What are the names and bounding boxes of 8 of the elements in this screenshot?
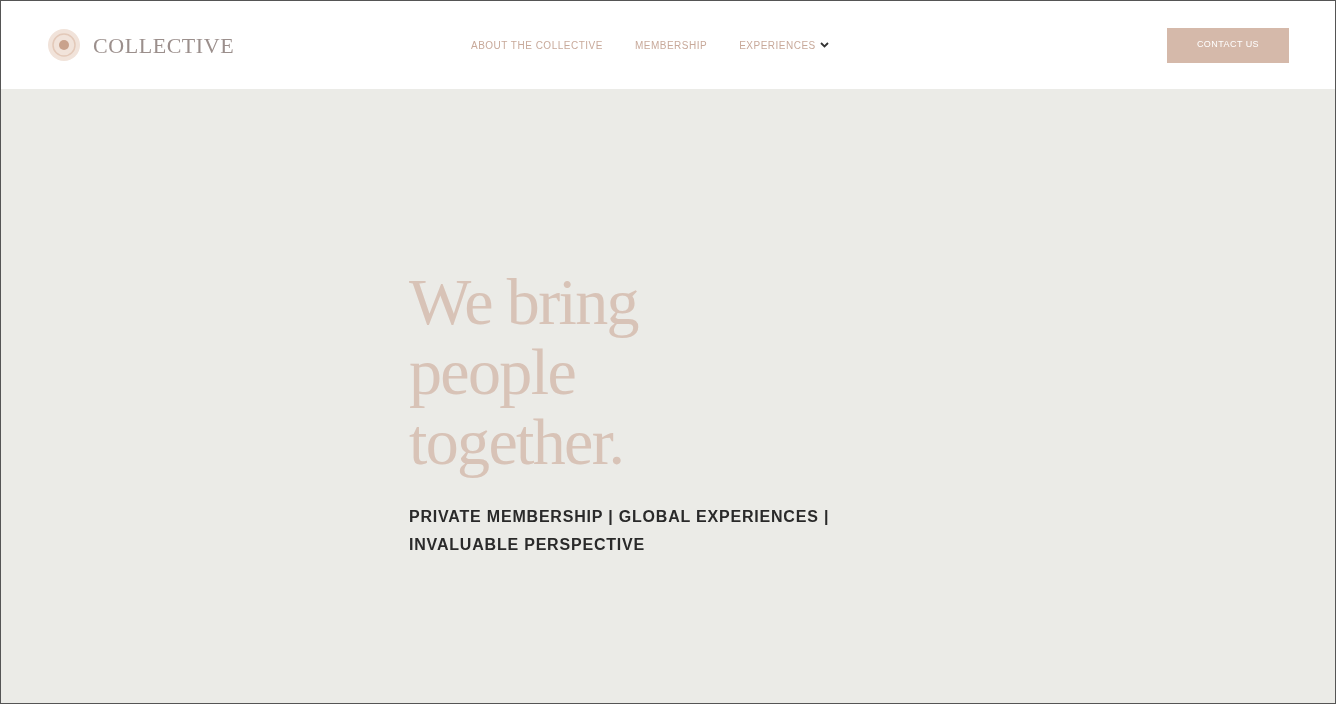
hero-tagline: PRIVATE MEMBERSHIP | GLOBAL EXPERIENCES | INVALUABLE PERSPECTIVE [409, 507, 831, 555]
nav-link[interactable]: MEMBERSHIP [634, 37, 708, 53]
nav-link[interactable]: EXPERIENCES [739, 37, 829, 53]
nav-link[interactable]: ABOUT THE COLLECTIVE [471, 37, 603, 53]
logo-icon[interactable] [47, 28, 81, 62]
contact-button[interactable]: CONTACT US [1167, 27, 1289, 63]
chevron-down-icon [819, 42, 829, 48]
logo-text[interactable]: COLLECTIVE [93, 28, 235, 62]
